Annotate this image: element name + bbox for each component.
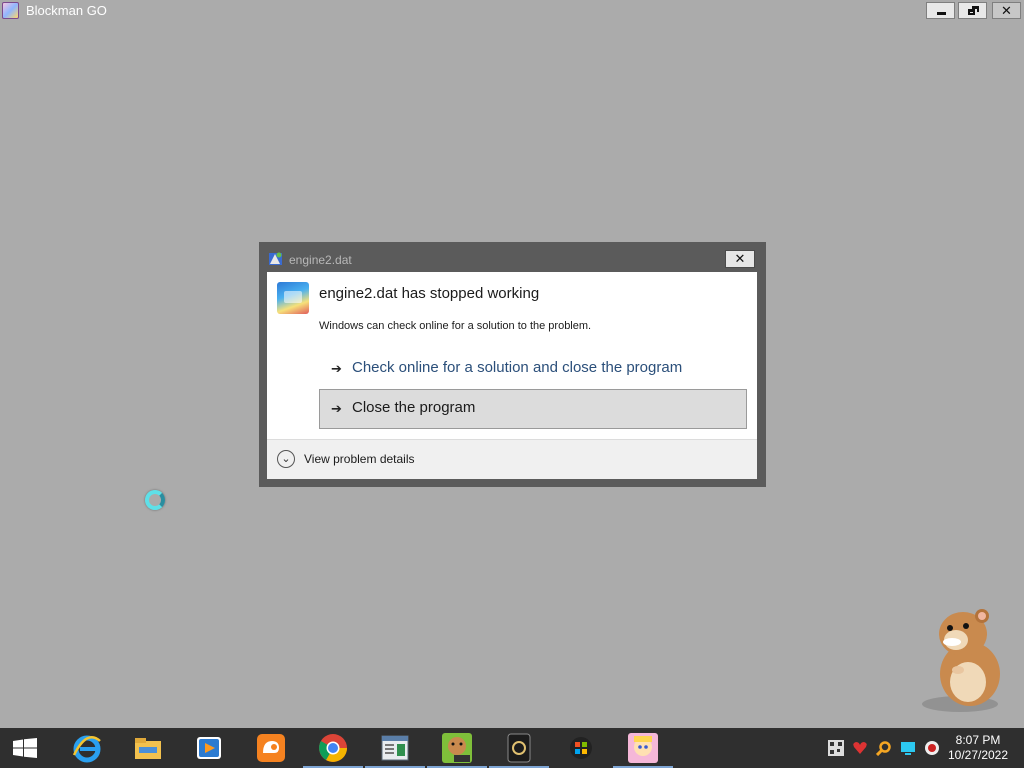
monitor-tray-icon[interactable] [900, 740, 916, 756]
windows-logo-app-icon [570, 737, 592, 759]
box-app-icon [442, 733, 472, 763]
system-clock[interactable]: 8:07 PM 10/27/2022 [942, 733, 1014, 763]
taskbar-document-app[interactable] [365, 728, 425, 768]
minimize-icon [927, 3, 954, 18]
blockman-go-app-icon [2, 2, 19, 19]
hamster-mascot-icon[interactable] [918, 604, 1008, 714]
close-program-option[interactable]: ➔ Close the program [319, 389, 747, 429]
chevron-down-icon[interactable]: ⌄ [277, 450, 295, 468]
taskbar-game-engine[interactable] [489, 728, 549, 768]
windows-start-icon[interactable] [13, 738, 37, 758]
close-icon: ✕ [734, 251, 746, 266]
media-player-icon [197, 737, 221, 759]
clock-time: 8:07 PM [955, 733, 1001, 747]
busy-cursor-icon [145, 490, 165, 510]
restore-button[interactable] [958, 2, 987, 19]
window-title-bar[interactable]: Blockman GO ✕ [0, 0, 1024, 22]
taskbar-internet-explorer[interactable] [57, 728, 117, 768]
engine-app-icon [269, 252, 282, 265]
taskbar-box-app[interactable] [427, 728, 487, 768]
arrow-right-icon: ➔ [331, 361, 342, 376]
record-tray-icon[interactable] [924, 740, 940, 756]
document-app-icon [381, 735, 409, 761]
taskbar-chrome[interactable] [303, 728, 363, 768]
taskbar-file-explorer[interactable] [118, 728, 178, 768]
restore-icon [959, 3, 986, 18]
close-program-label: Close the program [352, 399, 476, 416]
dialog-message: Windows can check online for a solution … [319, 320, 592, 332]
clock-date: 10/27/2022 [947, 748, 1009, 762]
taskbar-blockman-go[interactable] [613, 728, 673, 768]
taskbar-windows-app[interactable] [551, 728, 611, 768]
heart-tray-icon[interactable] [852, 740, 868, 756]
taskbar-uc-browser[interactable] [241, 728, 301, 768]
search-tray-icon[interactable] [876, 740, 892, 756]
check-online-label: Check online for a solution and close th… [352, 359, 683, 376]
check-online-option[interactable]: ➔ Check online for a solution and close … [319, 349, 747, 389]
arrow-right-icon: ➔ [331, 401, 342, 416]
dialog-footer: ⌄ View problem details [267, 439, 757, 479]
window-title: Blockman GO [26, 3, 107, 18]
blockman-go-icon [628, 733, 658, 763]
error-dialog: engine2.dat ✕ engine2.dat has stopped wo… [259, 242, 766, 487]
uc-browser-icon [257, 734, 285, 762]
qr-tray-icon[interactable] [828, 740, 844, 756]
view-problem-details-link[interactable]: View problem details [304, 452, 415, 466]
taskbar: 8:07 PM 10/27/2022 [0, 728, 1024, 768]
dialog-close-button[interactable]: ✕ [725, 250, 755, 268]
internet-explorer-icon [72, 735, 101, 763]
minimize-button[interactable] [926, 2, 955, 19]
program-icon [277, 282, 309, 314]
taskbar-media-player[interactable] [179, 728, 239, 768]
dialog-title: engine2.dat [289, 253, 352, 267]
window-close-button[interactable]: ✕ [992, 2, 1021, 19]
dialog-content: engine2.dat has stopped working Windows … [267, 272, 757, 479]
file-explorer-icon [135, 738, 161, 759]
chrome-icon [319, 734, 347, 762]
dialog-heading: engine2.dat has stopped working [319, 285, 540, 302]
close-icon: ✕ [1001, 3, 1012, 18]
game-engine-icon [507, 733, 531, 763]
